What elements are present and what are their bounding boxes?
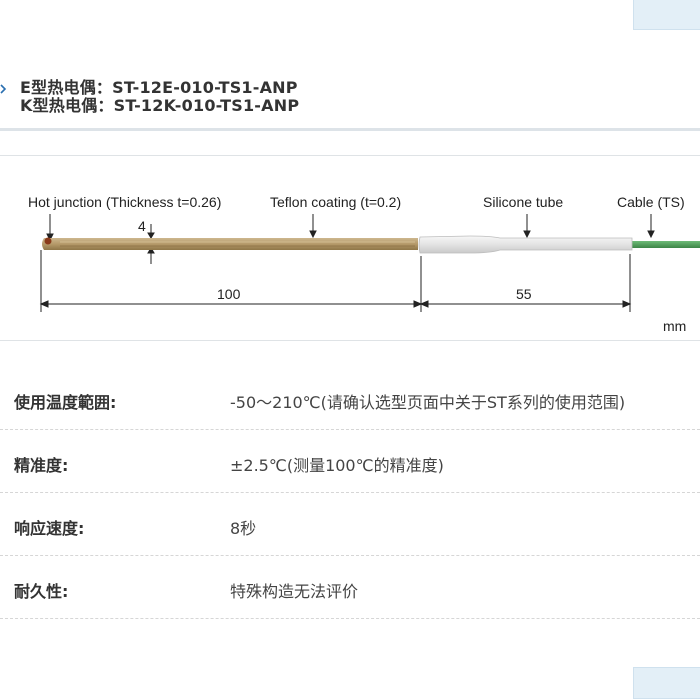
cable-label: Cable (TS)	[617, 194, 685, 210]
silicone-tube	[418, 235, 633, 254]
hot-junction-label: Hot junction (Thickness t=0.26)	[28, 194, 221, 210]
spec-value: 8秒	[230, 519, 257, 538]
spec-row-accuracy: 精准度: ±2.5℃(测量100℃的精准度)	[0, 430, 700, 493]
unit-label: mm	[663, 318, 686, 334]
teflon-label: Teflon coating (t=0.2)	[270, 194, 401, 210]
header-divider	[0, 128, 700, 131]
corner-button-bottom[interactable]	[633, 667, 700, 699]
probe-body	[42, 238, 418, 250]
spec-row-durability: 耐久性: 特殊构造无法评价	[0, 556, 700, 619]
spec-value: 特殊构造无法评价	[230, 582, 359, 601]
model-line-k: K型热电偶：ST-12K-010-TS1-ANP	[20, 92, 299, 116]
spec-value: ±2.5℃(测量100℃的精准度)	[230, 456, 444, 475]
corner-button-top[interactable]	[633, 0, 700, 30]
thickness-dim-label: 4	[138, 218, 146, 234]
sensor-diagram: Hot junction (Thickness t=0.26) Teflon c…	[28, 194, 700, 334]
silicone-label: Silicone tube	[483, 194, 563, 210]
chevron-right-icon	[0, 84, 7, 94]
spec-label: 精准度:	[14, 456, 69, 475]
spec-label: 响应速度:	[14, 519, 85, 538]
tube-length-label: 55	[516, 286, 532, 302]
spec-value: -50～210℃(请确认选型页面中关于ST系列的使用范围)	[230, 393, 626, 412]
model-code-k: ST-12K-010-TS1-ANP	[113, 96, 300, 115]
model-type-k: K型热电偶：	[20, 96, 114, 115]
spec-label: 耐久性:	[14, 582, 69, 601]
hot-junction-dot	[44, 237, 52, 245]
specs-top-divider	[0, 340, 700, 341]
diagram-top-divider	[0, 155, 700, 156]
probe-length-label: 100	[217, 286, 241, 302]
spec-row-temperature: 使用温度範囲: -50～210℃(请确认选型页面中关于ST系列的使用范围)	[0, 367, 700, 430]
spec-label: 使用温度範囲:	[14, 393, 117, 412]
spec-row-response: 响应速度: 8秒	[0, 493, 700, 556]
